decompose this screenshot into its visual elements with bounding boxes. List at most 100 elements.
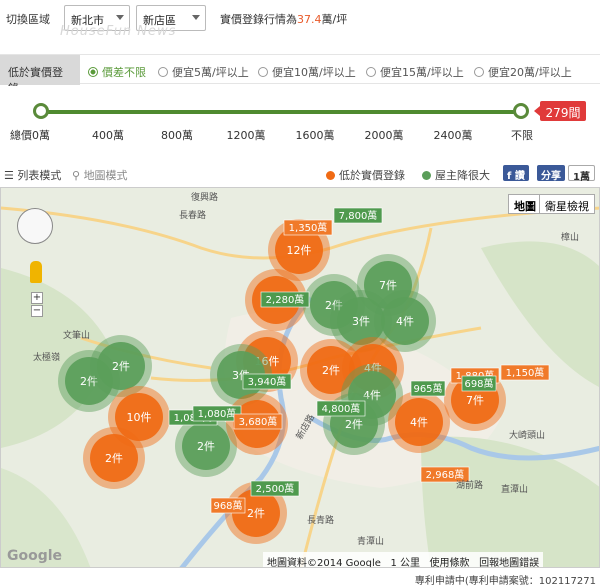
- legend-orange-label: 低於實價登錄: [339, 169, 405, 182]
- chevron-down-icon: [116, 15, 124, 20]
- place-label: 太極嶺: [33, 351, 60, 363]
- filter-option-4[interactable]: 便宜20萬/坪以上: [474, 64, 572, 80]
- place-label: 文筆山: [63, 329, 90, 341]
- option-label: 便宜15萬/坪以上: [380, 66, 464, 79]
- zoom-out-button[interactable]: −: [31, 305, 43, 317]
- price-tag-label: 1,150萬: [506, 366, 545, 379]
- map-mode-label: 地圖模式: [83, 169, 128, 182]
- map-footer: 地圖資料©2014 Google 1 公里 使用條款 回報地圖錯誤: [263, 552, 544, 568]
- price-tag-label: 698萬: [464, 377, 493, 390]
- like-count: 1萬: [568, 165, 595, 183]
- legend-green-label: 屋主降很大: [435, 169, 490, 182]
- green-dot-icon: [422, 171, 431, 180]
- filter-tab[interactable]: 低於實價登錄: [0, 55, 80, 95]
- cluster-count: 4件: [410, 416, 428, 429]
- orange-dot-icon: [326, 171, 335, 180]
- radio-icon: [474, 67, 484, 77]
- price-summary: 實價登錄行情為37.4萬/坪: [220, 11, 347, 27]
- filter-option-1[interactable]: 便宜5萬/坪以上: [158, 64, 249, 80]
- google-logo: Google: [7, 548, 63, 564]
- chevron-down-icon: [192, 15, 200, 20]
- price-tag-label: 965萬: [413, 382, 442, 395]
- slider-tick: 400萬: [92, 129, 124, 142]
- place-label: 湖前路: [456, 479, 483, 491]
- radio-icon: [158, 67, 168, 77]
- region-label: 切換區域: [6, 13, 50, 26]
- cluster-count: 12件: [287, 244, 312, 257]
- slider-tick: 2000萬: [364, 129, 404, 142]
- slider-tick: 不限: [511, 129, 533, 142]
- filter-option-0[interactable]: 價差不限: [88, 64, 146, 80]
- price-tag-label: 4,800萬: [322, 402, 361, 415]
- filter-option-2[interactable]: 便宜10萬/坪以上: [258, 64, 356, 80]
- radio-icon: [88, 67, 98, 77]
- share-button[interactable]: 分享: [537, 165, 565, 182]
- cluster-count: 4件: [396, 315, 414, 328]
- cluster-count: 2件: [345, 418, 363, 431]
- map-pin-icon: ⚲: [72, 169, 84, 182]
- cluster-count: 7件: [466, 394, 484, 407]
- cluster-count: 3件: [352, 315, 370, 328]
- place-label: 復興路: [191, 191, 218, 203]
- radio-icon: [366, 67, 376, 77]
- price-prefix: 實價登錄行情為: [220, 13, 297, 26]
- option-label: 便宜5萬/坪以上: [172, 66, 249, 79]
- option-label: 價差不限: [102, 66, 146, 79]
- price-tag-label: 1,080萬: [198, 407, 237, 420]
- facebook-like-button[interactable]: f 讚: [503, 165, 529, 182]
- cluster-count: 2件: [322, 364, 340, 377]
- slider-tick: 總價0萬: [10, 129, 50, 142]
- watermark-logo: HouseFun News: [60, 24, 177, 39]
- place-label: 青潭山: [357, 535, 384, 547]
- cluster-count: 7件: [379, 279, 397, 292]
- slider-tick: 800萬: [161, 129, 193, 142]
- slider-max-handle[interactable]: [513, 103, 529, 119]
- zoom-in-button[interactable]: +: [31, 292, 43, 304]
- map-canvas[interactable]: 12件2件2件7件3件4件16件2件2件3件2件4件4件10件2件2件2件2件4…: [1, 188, 600, 568]
- map-scale: 1 公里: [390, 558, 420, 568]
- filter-option-3[interactable]: 便宜15萬/坪以上: [366, 64, 464, 80]
- cluster-count: 2件: [247, 507, 265, 520]
- slider-tick: 1600萬: [295, 129, 335, 142]
- slider-tick: 1200萬: [226, 129, 266, 142]
- legend-orange: 低於實價登錄: [326, 167, 405, 183]
- list-mode-button[interactable]: ☰ 列表模式: [4, 167, 61, 183]
- report-error-link[interactable]: 回報地圖錯誤: [479, 558, 539, 567]
- pan-control[interactable]: [17, 208, 53, 244]
- cluster-count: 2件: [105, 452, 123, 465]
- map-type-satellite-button[interactable]: 衛星檢視: [539, 194, 595, 214]
- option-label: 便宜10萬/坪以上: [272, 66, 356, 79]
- price-tag-label: 3,940萬: [248, 375, 287, 388]
- map-view[interactable]: 12件2件2件7件3件4件16件2件2件3件2件4件4件10件2件2件2件2件4…: [0, 187, 600, 568]
- view-mode-bar: ☰ 列表模式 ⚲ 地圖模式 低於實價登錄 屋主降很大 f 讚 分享 1萬: [0, 162, 600, 184]
- slider-min-handle[interactable]: [33, 103, 49, 119]
- map-type-map-button[interactable]: 地圖: [508, 194, 542, 214]
- price-value: 37.4: [297, 13, 322, 26]
- discount-filter-bar: 低於實價登錄 價差不限 便宜5萬/坪以上 便宜10萬/坪以上 便宜15萬/坪以上…: [0, 54, 600, 95]
- list-mode-label: 列表模式: [17, 169, 62, 182]
- patent-footer: 專利申請中(專利申請案號：102117271: [414, 576, 596, 587]
- option-label: 便宜20萬/坪以上: [488, 66, 572, 79]
- slider-tick: 2400萬: [433, 129, 473, 142]
- slider-track[interactable]: [40, 110, 522, 114]
- cluster-count: 2件: [112, 360, 130, 373]
- place-label: 樟山: [561, 231, 579, 243]
- place-label: 大崎頭山: [509, 429, 545, 441]
- radio-icon: [258, 67, 268, 77]
- place-label: 直潭山: [501, 483, 528, 495]
- street-view-pegman-icon[interactable]: [30, 261, 42, 283]
- price-unit: 萬/坪: [321, 13, 348, 26]
- place-label: 長春路: [179, 209, 206, 221]
- map-attribution: 地圖資料©2014 Google: [267, 558, 381, 568]
- result-count-badge: 279間: [534, 101, 586, 121]
- place-label: 長青路: [307, 514, 334, 526]
- price-tag-label: 3,680萬: [239, 415, 278, 428]
- price-tag-label: 2,280萬: [266, 293, 305, 306]
- price-range-slider: 279間 總價0萬 400萬 800萬 1200萬 1600萬 2000萬 24…: [0, 86, 600, 154]
- cluster-count: 2件: [197, 440, 215, 453]
- terms-link[interactable]: 使用條款: [430, 558, 470, 567]
- price-tag-label: 7,800萬: [339, 209, 378, 222]
- price-tag-label: 1,350萬: [289, 221, 328, 234]
- map-mode-button[interactable]: ⚲ 地圖模式: [72, 167, 128, 183]
- price-tag-label: 2,500萬: [256, 482, 295, 495]
